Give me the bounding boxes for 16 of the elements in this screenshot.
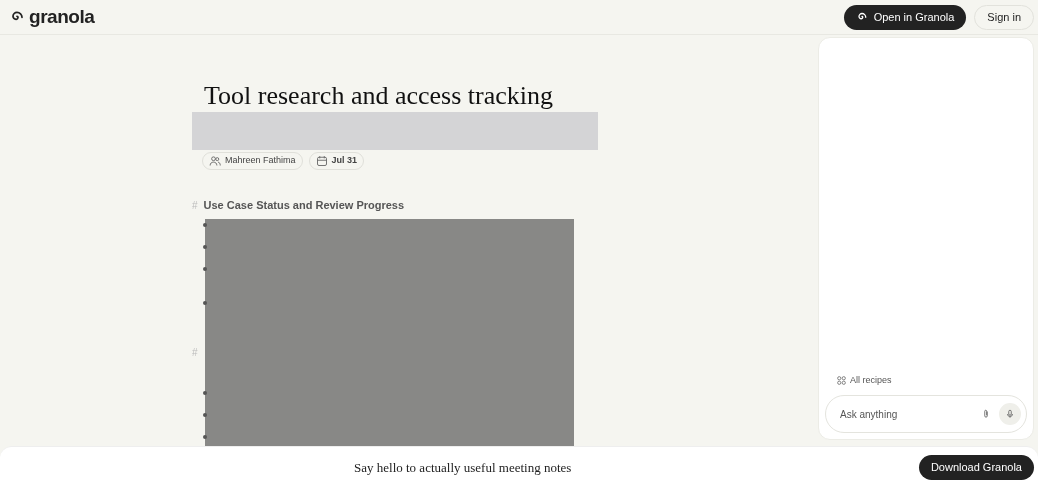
microphone-button[interactable] bbox=[999, 403, 1021, 425]
paperclip-icon[interactable] bbox=[981, 409, 991, 419]
note-title: Tool research and access tracking bbox=[203, 81, 554, 111]
open-in-app-button[interactable]: Open in Granola bbox=[843, 4, 967, 30]
grid-icon bbox=[837, 375, 846, 385]
people-icon bbox=[209, 155, 221, 167]
logo-text: granola bbox=[29, 4, 95, 29]
microphone-icon bbox=[1005, 409, 1015, 419]
calendar-icon bbox=[315, 155, 328, 167]
heading-marker: # bbox=[192, 198, 198, 213]
banner-text: Say hello to actually useful meeting notes bbox=[354, 458, 572, 477]
heading-marker: # bbox=[192, 345, 198, 360]
ask-field[interactable]: Ask anything bbox=[825, 395, 1027, 433]
section-heading: Use Case Status and Review Progress bbox=[203, 198, 405, 213]
download-button[interactable]: Download Granola bbox=[918, 455, 1034, 480]
recipes-link[interactable]: All recipes bbox=[850, 373, 892, 387]
